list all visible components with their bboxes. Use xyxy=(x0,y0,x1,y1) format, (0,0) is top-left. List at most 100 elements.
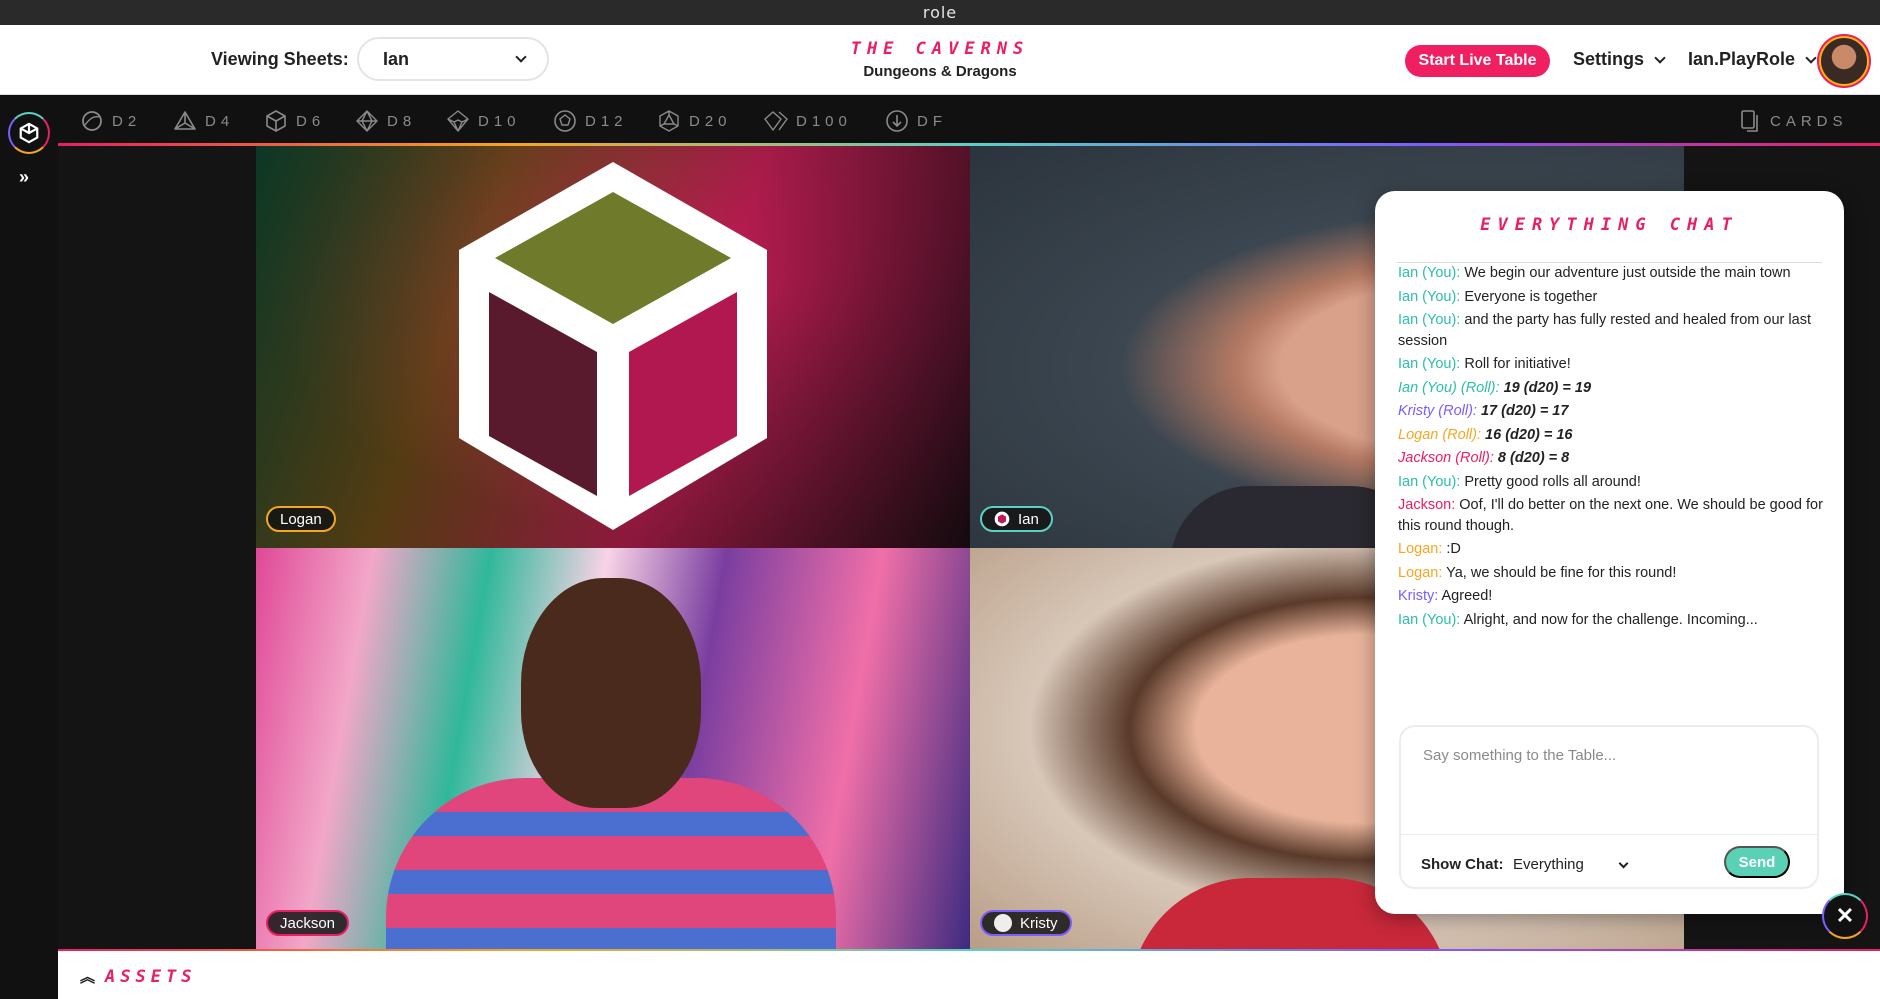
participant-tag: Ian xyxy=(980,506,1053,532)
chat-message-author: Ian (You) (Roll): xyxy=(1398,379,1500,396)
campaign-brand: THE CAVERNS Dungeons & Dragons xyxy=(800,39,1080,80)
assets-label: ASSETS xyxy=(105,966,197,987)
participant-tag: Jackson xyxy=(266,910,350,936)
dice-label: D2 xyxy=(112,112,142,130)
show-chat-value: Everything xyxy=(1513,856,1584,873)
chat-message: Ian (You): Pretty good rolls all around! xyxy=(1398,472,1826,493)
top-header: Viewing Sheets: Ian THE CAVERNS Dungeons… xyxy=(0,25,1880,95)
chat-message-author: Ian (You): xyxy=(1398,312,1461,328)
dice-d12-button[interactable]: D12 xyxy=(553,109,628,133)
chat-message: Ian (You): Everyone is together xyxy=(1398,287,1826,308)
campaign-subtitle: Dungeons & Dragons xyxy=(863,63,1017,80)
chat-message-text: Roll for initiative! xyxy=(1464,356,1571,372)
chat-message-author: Ian (You): xyxy=(1398,265,1461,281)
chat-message-author: Kristy: xyxy=(1398,588,1439,604)
chat-message-text: 8 (d20) = 8 xyxy=(1497,450,1570,466)
dice-label: D20 xyxy=(689,112,732,130)
close-chat-button[interactable]: ✕ xyxy=(1822,893,1868,939)
avatar[interactable] xyxy=(1821,38,1867,84)
chat-message: Jackson: Oof, I'll do better on the next… xyxy=(1398,495,1826,536)
chat-message: Ian (You): We begin our adventure just o… xyxy=(1398,263,1826,284)
chat-message: Logan: :D xyxy=(1398,539,1826,560)
participant-name: Logan xyxy=(280,510,322,528)
chat-message-text: Alright, and now for the challenge. Inco… xyxy=(1463,611,1758,628)
chat-panel: EVERYTHING CHAT Ian (You): We begin our … xyxy=(1375,191,1844,914)
df-icon xyxy=(886,110,908,132)
chat-message: Jackson (Roll): 8 (d20) = 8 xyxy=(1398,448,1826,469)
dice-d8-button[interactable]: D8 xyxy=(355,109,416,133)
sheet-select[interactable]: Ian xyxy=(357,37,549,81)
assets-bar[interactable]: ︽ ASSETS xyxy=(58,951,1880,999)
chat-message-text: Pretty good rolls all around! xyxy=(1464,473,1641,490)
participant-tag: Logan xyxy=(266,506,336,532)
close-icon: ✕ xyxy=(1835,903,1855,928)
d10-icon xyxy=(447,110,469,132)
chat-message-text: Oof, I'll do better on the next one. We … xyxy=(1398,497,1823,534)
expand-rail-icon[interactable]: » xyxy=(19,167,29,188)
video-tile-logan[interactable]: Logan xyxy=(256,146,970,548)
participant-avatar xyxy=(994,914,1012,932)
cards-icon xyxy=(1741,110,1758,132)
dice-label: D4 xyxy=(205,112,235,130)
show-chat-select[interactable]: Everything xyxy=(1513,856,1629,873)
dice-label: DF xyxy=(917,112,947,130)
chat-message-text: Everyone is together xyxy=(1464,288,1598,305)
cards-label: CARDS xyxy=(1770,112,1848,130)
cards-button[interactable]: CARDS xyxy=(1738,109,1848,133)
chat-message: Ian (You): Roll for initiative! xyxy=(1398,354,1826,375)
chat-message: Ian (You) (Roll): 19 (d20) = 19 xyxy=(1398,378,1826,399)
d6-icon xyxy=(266,110,286,132)
cube-icon xyxy=(19,122,39,144)
dice-d6-button[interactable]: D6 xyxy=(264,109,325,133)
dice-d10-button[interactable]: D10 xyxy=(446,109,521,133)
chat-message-text: We begin our adventure just outside the … xyxy=(1464,265,1791,281)
video-tile-jackson[interactable]: Jackson xyxy=(256,548,970,950)
dice-label: D6 xyxy=(296,112,326,130)
viewing-sheets-label: Viewing Sheets: xyxy=(211,49,349,69)
chevron-up-icon: ︽ xyxy=(80,968,96,986)
chevron-down-icon xyxy=(1618,858,1629,868)
chat-message-text: 17 (d20) = 17 xyxy=(1480,403,1569,419)
chat-message-text: 19 (d20) = 19 xyxy=(1503,379,1592,396)
participant-name: Ian xyxy=(1018,510,1039,528)
dice-d100-button[interactable]: D100 xyxy=(764,109,852,133)
chat-message: Kristy: Agreed! xyxy=(1398,586,1826,607)
show-chat-label: Show Chat: xyxy=(1421,856,1504,873)
dice-df-button[interactable]: DF xyxy=(885,109,947,133)
participant-tag: Kristy xyxy=(980,910,1072,936)
chat-message-author: Jackson (Roll): xyxy=(1398,450,1494,466)
send-button[interactable]: Send xyxy=(1724,846,1790,878)
assets-toggle[interactable]: ︽ ASSETS xyxy=(80,966,196,987)
chat-message: Logan (Roll): 16 (d20) = 16 xyxy=(1398,425,1826,446)
chat-message-text: :D xyxy=(1446,541,1461,557)
chat-input[interactable] xyxy=(1423,747,1803,764)
chat-message: Ian (You): Alright, and now for the chal… xyxy=(1398,610,1826,631)
chat-message-list[interactable]: Ian (You): We begin our adventure just o… xyxy=(1398,263,1826,703)
chevron-down-icon xyxy=(1805,51,1817,64)
chat-message-author: Jackson: xyxy=(1398,497,1456,513)
dice-label: D8 xyxy=(387,112,417,130)
role-logo-icon[interactable] xyxy=(8,112,50,154)
start-live-table-button[interactable]: Start Live Table xyxy=(1405,45,1550,77)
dice-d2-button[interactable]: D2 xyxy=(80,109,141,133)
user-menu[interactable]: Ian.PlayRole xyxy=(1688,49,1817,70)
d100-icon xyxy=(764,111,788,131)
chat-message-author: Ian (You): xyxy=(1398,288,1461,305)
chat-message-author: Logan: xyxy=(1398,541,1443,557)
chat-message-author: Ian (You): xyxy=(1398,473,1461,490)
dice-label: D10 xyxy=(478,112,521,130)
campaign-title: THE CAVERNS xyxy=(850,39,1030,59)
left-rail: » xyxy=(0,95,58,999)
username-label: Ian.PlayRole xyxy=(1688,49,1796,69)
chat-message: Logan: Ya, we should be fine for this ro… xyxy=(1398,563,1826,584)
d12-icon xyxy=(554,110,576,132)
settings-menu[interactable]: Settings xyxy=(1573,49,1666,70)
app-title: role xyxy=(922,3,958,22)
d8-icon xyxy=(356,110,378,132)
chat-message: Ian (You): and the party has fully reste… xyxy=(1398,310,1826,351)
dice-d20-button[interactable]: D20 xyxy=(657,109,732,133)
chat-message-author: Ian (You): xyxy=(1398,356,1461,372)
role-cube-logo-icon xyxy=(459,162,767,530)
dice-d4-button[interactable]: D4 xyxy=(173,109,234,133)
chevron-down-icon xyxy=(515,51,527,63)
